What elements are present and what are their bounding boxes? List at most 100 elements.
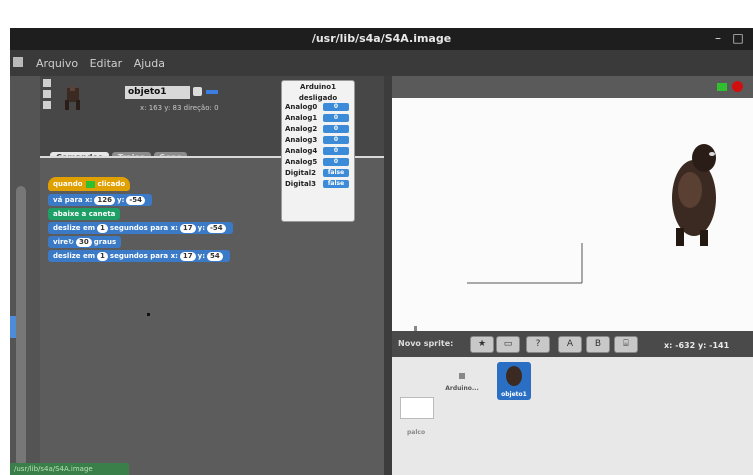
- pen-down-block[interactable]: abaixe a caneta: [48, 208, 121, 220]
- glide-block-2[interactable]: deslize em 1 segundos para x: 17 y: 54: [48, 250, 230, 262]
- glide1-y-input[interactable]: -54: [207, 224, 226, 233]
- when-flag-clicked-block[interactable]: quando clicado: [48, 177, 131, 191]
- arduino-row-analog2: Analog2 0: [285, 125, 351, 134]
- glide2-y-label: y:: [197, 252, 206, 260]
- stage-thumb[interactable]: [400, 397, 434, 419]
- stage-header: [392, 76, 753, 98]
- mouse-cursor: [147, 313, 150, 316]
- go-to-xy-block[interactable]: vá para x: 126 y: -54: [48, 194, 153, 206]
- s4a-window: /usr/lib/s4a/S4A.image – □ Arquivo Edita…: [10, 28, 753, 475]
- green-flag-icon[interactable]: [717, 83, 727, 91]
- rotate-arrow-icon: ↻: [68, 238, 75, 246]
- arduino-row-digital3: Digital3 false: [285, 180, 351, 189]
- row-value: false: [323, 180, 349, 188]
- stage-label: palco: [407, 429, 426, 436]
- no-rotate-icon[interactable]: [43, 101, 51, 109]
- turn-label: vire: [53, 238, 69, 246]
- go-label: vá para x:: [53, 196, 93, 204]
- sprite-list: Arduino... objeto1 palco: [392, 357, 753, 475]
- glide1-secs-input[interactable]: 1: [97, 224, 108, 233]
- arduino-row-digital2: Digital2 false: [285, 169, 351, 178]
- board-sprite-button[interactable]: B: [586, 336, 610, 353]
- new-sprite-label: Novo sprite:: [398, 339, 454, 348]
- turn-block[interactable]: vire↻ 30 graus: [48, 236, 122, 248]
- rotate-icon[interactable]: [43, 79, 51, 87]
- arduino-row-analog5: Analog5 0: [285, 158, 351, 167]
- go-y-input[interactable]: -54: [126, 196, 146, 205]
- glide2-secs-input[interactable]: 1: [97, 252, 108, 261]
- menu-arquivo[interactable]: Arquivo: [36, 57, 78, 70]
- row-value: 0: [323, 103, 349, 111]
- row-value: 0: [323, 158, 349, 166]
- row-value: 0: [323, 125, 349, 133]
- mouse-coordinates: x: -632 y: -141: [664, 341, 730, 350]
- analog-sprite-button[interactable]: ⌸: [614, 336, 638, 353]
- menu-list: Arquivo Editar Ajuda: [36, 57, 173, 70]
- glide1-label: deslize em: [53, 224, 96, 232]
- objeto1-sprite-icon: [506, 366, 522, 386]
- sprite-rotation-options: [43, 79, 51, 112]
- row-label: Analog0: [285, 103, 318, 111]
- green-flag-icon: [85, 180, 95, 188]
- glide1-x-input[interactable]: 17: [179, 224, 196, 233]
- pane-divider[interactable]: [384, 76, 392, 475]
- menu-ajuda[interactable]: Ajuda: [134, 57, 165, 70]
- row-value: 0: [323, 114, 349, 122]
- menu-editar[interactable]: Editar: [90, 57, 123, 70]
- taskbar-item[interactable]: /usr/lib/s4a/S4A.image: [10, 463, 129, 475]
- go-y-label: y:: [117, 196, 125, 204]
- arduino-board-panel[interactable]: Arduino1 desligado Analog0 0 Analog1 0 Ana…: [281, 80, 355, 222]
- maximize-button[interactable]: □: [730, 30, 746, 46]
- sprite-position-readout: x: 163 y: 83 direção: 0: [140, 104, 219, 112]
- random-sprite-button[interactable]: ?: [526, 336, 550, 353]
- sprite-thumbnail-icon: [65, 86, 80, 110]
- go-x-input[interactable]: 126: [94, 196, 116, 205]
- paint-sprite-button[interactable]: ★: [470, 336, 494, 353]
- palette-tab-marker[interactable]: [10, 316, 16, 338]
- glide1-y-label: y:: [197, 224, 206, 232]
- arduino-sprite-thumb[interactable]: Arduino...: [442, 367, 482, 392]
- arduino-row-analog1: Analog1 0: [285, 114, 351, 123]
- lock-icon[interactable]: [193, 87, 202, 96]
- objeto1-label: objeto1: [501, 391, 527, 398]
- glide-block-1[interactable]: deslize em 1 segundos para x: 17 y: -54: [48, 222, 233, 234]
- arduino-row-analog3: Analog3 0: [285, 136, 351, 145]
- arduino-status: desligado: [298, 94, 338, 102]
- arduino-row-analog0: Analog0 0: [285, 103, 351, 112]
- row-label: Analog4: [285, 147, 318, 155]
- app-icon[interactable]: [13, 57, 23, 67]
- objeto1-sprite-thumb[interactable]: objeto1: [497, 362, 531, 400]
- turn-degrees-input[interactable]: 30: [76, 238, 92, 247]
- row-label: Analog1: [285, 114, 318, 122]
- glide2-x-input[interactable]: 17: [179, 252, 196, 261]
- turn-unit: graus: [93, 238, 117, 246]
- arduino-sprite-button[interactable]: A: [558, 336, 582, 353]
- flip-icon[interactable]: [43, 90, 51, 98]
- row-label: Digital2: [285, 169, 316, 177]
- arduino-sprite-label: Arduino...: [445, 385, 479, 392]
- row-value: false: [323, 169, 349, 177]
- new-sprite-bar: Novo sprite: ★ ▭ ? A B ⌸ x: -632 y: -141: [392, 331, 753, 357]
- sprite-name-field[interactable]: objeto1: [125, 86, 190, 99]
- pen-color-icon: [206, 90, 218, 94]
- palette-scrollbar[interactable]: [16, 186, 26, 466]
- row-value: 0: [323, 147, 349, 155]
- window-title: /usr/lib/s4a/S4A.image: [311, 32, 452, 45]
- arduino-sprite-icon: [459, 373, 465, 379]
- arduino-row-analog4: Analog4 0: [285, 147, 351, 156]
- title-bar: /usr/lib/s4a/S4A.image – □: [10, 28, 753, 50]
- glide2-y-input[interactable]: 54: [207, 252, 223, 261]
- minimize-button[interactable]: –: [710, 30, 726, 46]
- glide2-mid: segundos para x:: [109, 252, 178, 260]
- menu-bar: Arquivo Editar Ajuda ⎘✂⤢⤡: [10, 50, 753, 94]
- stage[interactable]: [392, 98, 753, 331]
- bison-sprite[interactable]: [660, 140, 728, 250]
- row-label: Digital3: [285, 180, 316, 188]
- glide2-label: deslize em: [53, 252, 96, 260]
- hat-suffix: clicado: [97, 180, 126, 188]
- pen-label: abaixe a caneta: [53, 210, 116, 218]
- row-label: Analog2: [285, 125, 318, 133]
- open-sprite-button[interactable]: ▭: [496, 336, 520, 353]
- block-palette: [10, 76, 40, 475]
- stop-icon[interactable]: [732, 81, 743, 92]
